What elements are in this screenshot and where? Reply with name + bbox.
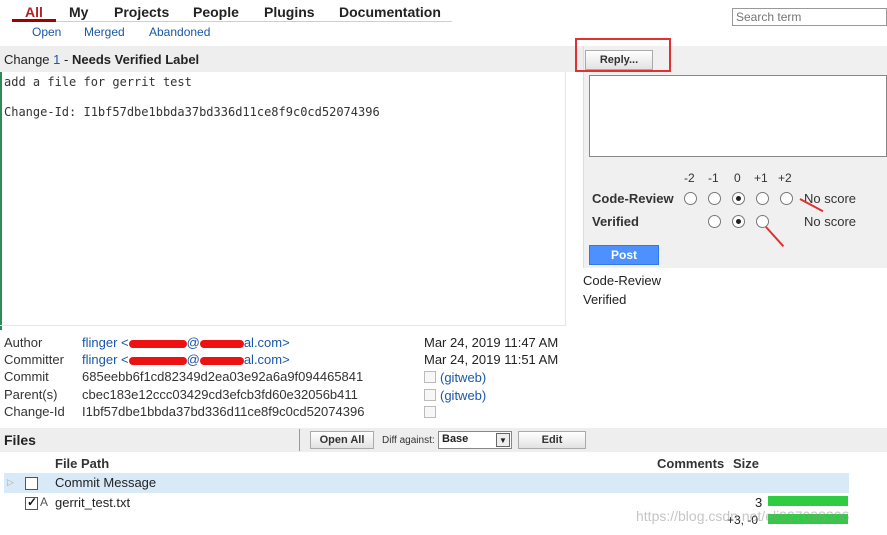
parent-gitweb-link[interactable]: (gitweb) — [440, 388, 486, 403]
nav-tab-plugins[interactable]: Plugins — [264, 4, 315, 20]
redacted-email-mark — [128, 339, 187, 348]
committer-date: Mar 24, 2019 11:51 AM — [424, 352, 559, 367]
nav-divider — [12, 21, 452, 22]
author-label: Author — [4, 335, 43, 350]
author-at-sign: @ — [186, 335, 200, 350]
file-path-gerrit-test[interactable]: gerrit_test.txt — [55, 495, 130, 510]
copy-icon[interactable] — [424, 389, 436, 401]
approval-verified: Verified — [583, 292, 627, 307]
score-header-minus1: -1 — [708, 171, 719, 185]
col-file-path: File Path — [55, 456, 110, 471]
commit-message-change-id: Change-Id: I1bf57dbe1bbda37bd336d11ce8f9… — [4, 105, 380, 119]
chevron-down-icon: ▼ — [496, 433, 510, 447]
score-header-plus1: +1 — [754, 171, 768, 185]
change-status: Needs Verified Label — [72, 52, 200, 67]
verified-radio-zero[interactable] — [732, 215, 745, 228]
author-name[interactable]: flinger < — [82, 335, 129, 350]
score-header-plus2: +2 — [778, 171, 792, 185]
committer-at-sign: @ — [186, 352, 200, 367]
score-header-minus2: -2 — [684, 171, 695, 185]
commit-gitweb-link[interactable]: (gitweb) — [440, 370, 486, 385]
nav-tab-people[interactable]: People — [193, 4, 239, 20]
author-domain[interactable]: al.com> — [244, 335, 290, 350]
approval-code-review: Code-Review — [583, 273, 662, 288]
verified-score-text: No score — [804, 214, 857, 229]
redacted-email-mark — [128, 356, 187, 365]
post-button[interactable]: Post — [589, 245, 659, 265]
file-path-commit-message[interactable]: Commit Message — [55, 475, 156, 490]
nav-tab-projects[interactable]: Projects — [114, 4, 169, 20]
change-number[interactable]: 1 — [53, 52, 60, 67]
diff-against-value: Base — [442, 433, 469, 445]
label-verified: Verified — [592, 214, 639, 229]
author-value[interactable]: flinger < @ al.com> — [82, 335, 290, 350]
change-header: Change 1 - Needs Verified Label — [0, 46, 583, 72]
code-review-radio-minus1[interactable] — [708, 192, 721, 205]
redacted-domain-mark — [199, 356, 244, 365]
redacted-domain-mark — [199, 339, 244, 348]
toolbar-divider — [299, 429, 300, 451]
parent-value: cbec183e12ccc03429cd3efcb3fd60e32056b411 — [82, 387, 358, 402]
code-review-radio-plus1[interactable] — [756, 192, 769, 205]
change-separator: - — [64, 52, 69, 67]
copy-icon[interactable] — [424, 406, 436, 418]
size-bar — [768, 496, 848, 506]
diff-against-select[interactable]: Base ▼ — [438, 431, 512, 449]
subtab-merged[interactable]: Merged — [84, 25, 125, 39]
nav-tab-my[interactable]: My — [69, 4, 88, 20]
reply-button-highlight — [575, 38, 671, 72]
subtab-abandoned[interactable]: Abandoned — [149, 25, 210, 39]
file-status: A — [40, 495, 49, 509]
commit-value: 685eebb6f1cd82349d2ea03e92a6a9f094465841 — [82, 369, 364, 384]
commit-label: Commit — [4, 369, 49, 384]
code-review-radio-plus2[interactable] — [780, 192, 793, 205]
reviewed-checkbox[interactable] — [25, 477, 38, 490]
expand-triangle-icon[interactable]: ▷ — [7, 477, 14, 488]
nav-tab-documentation[interactable]: Documentation — [339, 4, 441, 20]
change-prefix: Change — [4, 52, 50, 67]
code-review-radio-minus2[interactable] — [684, 192, 697, 205]
open-all-button[interactable]: Open All — [310, 431, 374, 449]
score-header-zero: 0 — [734, 171, 741, 185]
files-title: Files — [4, 432, 36, 448]
committer-name[interactable]: flinger < — [82, 352, 129, 367]
change-id-value: I1bf57dbe1bbda37bd336d11ce8f9c0cd5207439… — [82, 404, 365, 419]
commit-message-subject: add a file for gerrit test — [4, 75, 192, 89]
committer-label: Committer — [4, 352, 64, 367]
committer-value[interactable]: flinger < @ al.com> — [82, 352, 290, 367]
reviewed-checkbox[interactable] — [25, 495, 38, 510]
col-comments: Comments — [657, 456, 725, 471]
copy-icon[interactable] — [424, 371, 436, 383]
commit-message-box: add a file for gerrit test Change-Id: I1… — [0, 72, 566, 326]
label-code-review: Code-Review — [592, 191, 674, 206]
verified-radio-minus1[interactable] — [708, 215, 721, 228]
change-id-label: Change-Id — [4, 404, 65, 419]
watermark: https://blog.csdn.net/eli927098306 — [636, 508, 850, 524]
code-review-radio-zero[interactable] — [732, 192, 745, 205]
committer-domain[interactable]: al.com> — [244, 352, 290, 367]
search-input[interactable] — [732, 8, 887, 26]
author-date: Mar 24, 2019 11:47 AM — [424, 335, 559, 350]
diff-against-label: Diff against: — [382, 435, 435, 446]
edit-button[interactable]: Edit — [518, 431, 586, 449]
parent-label: Parent(s) — [4, 387, 58, 402]
nav-tab-all[interactable]: All — [25, 4, 43, 20]
reply-message-textarea[interactable] — [589, 75, 887, 157]
col-size: Size — [733, 456, 760, 471]
subtab-open[interactable]: Open — [32, 25, 61, 39]
